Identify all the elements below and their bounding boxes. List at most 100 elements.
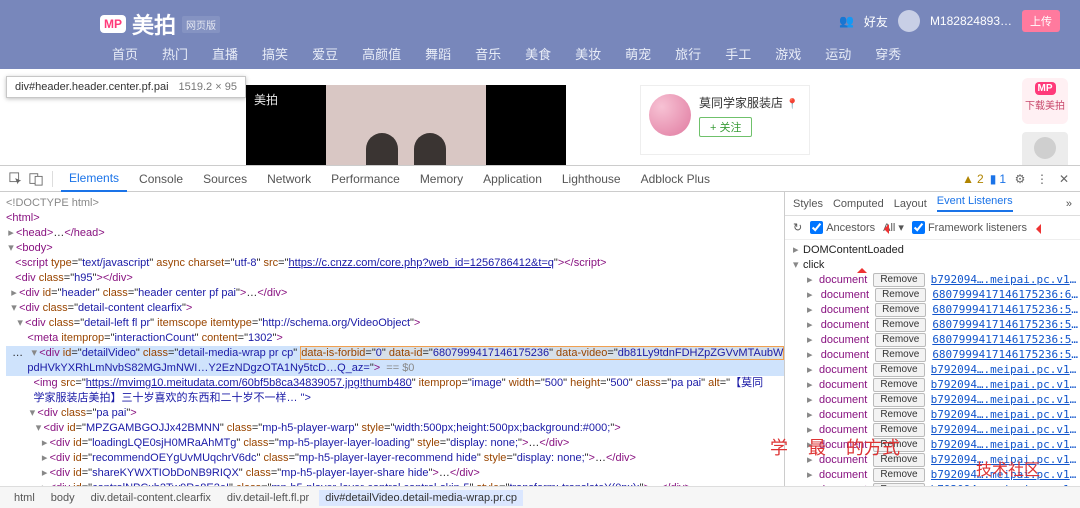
event-target[interactable]: document (819, 469, 867, 481)
remove-listener-button[interactable]: Remove (873, 378, 924, 392)
nav-sport[interactable]: 运动 (825, 44, 851, 63)
remove-listener-button[interactable]: Remove (873, 453, 924, 467)
device-toggle-icon[interactable] (28, 171, 44, 187)
remove-listener-button[interactable]: Remove (873, 438, 924, 452)
event-target[interactable]: document (819, 424, 867, 436)
author-name[interactable]: 莫同学家服装店 (699, 96, 783, 110)
more-menu-icon[interactable]: ⋮ (1034, 171, 1050, 187)
framework-listeners-checkbox[interactable]: Framework listeners (912, 221, 1027, 234)
tab-console[interactable]: Console (131, 167, 191, 191)
expand-icon[interactable]: ▸ (807, 348, 815, 361)
event-target[interactable]: document (821, 319, 869, 331)
remove-listener-button[interactable]: Remove (875, 303, 926, 317)
tab-application[interactable]: Application (475, 167, 550, 191)
remove-listener-button[interactable]: Remove (875, 318, 926, 332)
tab-sources[interactable]: Sources (195, 167, 255, 191)
expand-icon[interactable]: ▸ (807, 363, 813, 376)
follow-button[interactable]: + 关注 (699, 117, 752, 137)
expand-icon[interactable]: ▸ (807, 453, 813, 466)
video-player[interactable]: 美拍 (246, 85, 566, 165)
friends-link[interactable]: 好友 (864, 13, 888, 30)
event-target[interactable]: document (821, 334, 869, 346)
rtab-layout[interactable]: Layout (894, 198, 927, 210)
remove-listener-button[interactable]: Remove (875, 333, 926, 347)
author-avatar-icon[interactable] (649, 94, 691, 136)
refresh-listeners-icon[interactable]: ↻ (793, 221, 802, 234)
crumb-detail-content[interactable]: div.detail-content.clearfix (85, 490, 217, 506)
remove-listener-button[interactable]: Remove (873, 468, 924, 482)
event-target[interactable]: document (819, 274, 867, 286)
crumb-body[interactable]: body (45, 490, 81, 506)
remove-listener-button[interactable]: Remove (873, 393, 924, 407)
listener-source-link[interactable]: b792094….meipai.pc.v1.min.js:5 (931, 408, 1080, 421)
dom-head[interactable]: <head> (16, 227, 53, 239)
rtab-styles[interactable]: Styles (793, 198, 823, 210)
tab-network[interactable]: Network (259, 167, 319, 191)
event-target[interactable]: document (819, 379, 867, 391)
expand-icon[interactable]: ▸ (807, 393, 813, 406)
upload-button[interactable]: 上传 (1022, 10, 1060, 32)
listener-source-link[interactable]: 6807999417146175236:624 (932, 288, 1080, 301)
expand-icon[interactable]: ▸ (807, 423, 813, 436)
event-section-click[interactable]: ▾click (785, 257, 1080, 272)
listener-source-link[interactable]: b792094….meipai.pc.v1.min.js:2 (931, 378, 1080, 391)
nav-home[interactable]: 首页 (112, 44, 138, 63)
expand-icon[interactable]: ▸ (807, 318, 815, 331)
listener-source-link[interactable]: 6807999417146175236:538 (932, 333, 1080, 346)
expand-icon[interactable]: ▸ (807, 273, 813, 286)
remove-listener-button[interactable]: Remove (873, 273, 924, 287)
dom-selected-row[interactable]: … ▾<div id="detailVideo" class="detail-m… (6, 346, 784, 361)
close-devtools-icon[interactable]: ✕ (1056, 171, 1072, 187)
rtab-more-icon[interactable]: » (1066, 198, 1072, 210)
dom-body[interactable]: <body> (16, 242, 53, 254)
expand-icon[interactable]: ▸ (807, 378, 813, 391)
event-target[interactable]: document (819, 394, 867, 406)
messages-badge[interactable]: ▮1 (990, 172, 1006, 186)
expand-icon[interactable]: ▸ (807, 288, 815, 301)
event-target[interactable]: document (819, 439, 867, 451)
expand-icon[interactable]: ▸ (807, 408, 813, 421)
remove-listener-button[interactable]: Remove (873, 408, 924, 422)
download-app-button[interactable]: MP 下载美拍 (1022, 78, 1068, 124)
user-avatar-icon[interactable] (898, 10, 920, 32)
remove-listener-button[interactable]: Remove (873, 363, 924, 377)
tab-elements[interactable]: Elements (61, 166, 127, 192)
warnings-badge[interactable]: ▲2 (962, 172, 984, 186)
nav-dance[interactable]: 舞蹈 (425, 44, 451, 63)
event-target[interactable]: document (821, 304, 869, 316)
tab-adblock[interactable]: Adblock Plus (633, 167, 718, 191)
nav-fashion[interactable]: 穿秀 (875, 44, 901, 63)
ancestors-checkbox[interactable]: Ancestors (810, 221, 875, 234)
nav-hot[interactable]: 热门 (162, 44, 188, 63)
settings-gear-icon[interactable]: ⚙ (1012, 171, 1028, 187)
nav-diy[interactable]: 手工 (725, 44, 751, 63)
username[interactable]: M182824893… (930, 14, 1012, 28)
listener-source-link[interactable]: 6807999417146175236:538 (932, 348, 1080, 361)
event-target[interactable]: document (819, 454, 867, 466)
nav-live[interactable]: 直播 (212, 44, 238, 63)
nav-makeup[interactable]: 美妆 (575, 44, 601, 63)
nav-funny[interactable]: 搞笑 (262, 44, 288, 63)
nav-pet[interactable]: 萌宠 (625, 44, 651, 63)
expand-icon[interactable]: ▸ (807, 438, 813, 451)
nav-beauty[interactable]: 高颜值 (362, 44, 401, 63)
event-target[interactable]: document (819, 409, 867, 421)
elements-panel[interactable]: <!DOCTYPE html> <html> ▸<head>…</head> ▾… (0, 192, 784, 486)
listener-source-link[interactable]: b792094….meipai.pc.v1.min.js:5 (931, 423, 1080, 436)
cnzz-src[interactable]: https://c.cnzz.com/core.php?web_id=12567… (289, 257, 554, 269)
listener-source-link[interactable]: b792094….meipai.pc.v1.min.js:5 (931, 453, 1080, 466)
thumb-src[interactable]: https://mvimg10.meitudata.com/60bf5b8ca3… (86, 377, 412, 389)
listener-source-link[interactable]: 6807999417146175236:585 (932, 303, 1080, 316)
listener-source-link[interactable]: b792094….meipai.pc.v1.min.js:5 (931, 438, 1080, 451)
tab-lighthouse[interactable]: Lighthouse (554, 167, 629, 191)
listener-source-link[interactable]: 6807999417146175236:558 (932, 318, 1080, 331)
crumb-detailvideo[interactable]: div#detailVideo.detail-media-wrap.pr.cp (319, 490, 523, 506)
expand-icon[interactable]: ▸ (807, 333, 815, 346)
crumb-detail-left[interactable]: div.detail-left.fl.pr (221, 490, 315, 506)
listener-source-link[interactable]: b792094….meipai.pc.v1.min.js:1 (931, 273, 1080, 286)
crumb-html[interactable]: html (8, 490, 41, 506)
event-target[interactable]: document (821, 289, 869, 301)
remove-listener-button[interactable]: Remove (873, 423, 924, 437)
rtab-event-listeners[interactable]: Event Listeners (937, 195, 1013, 212)
nav-travel[interactable]: 旅行 (675, 44, 701, 63)
